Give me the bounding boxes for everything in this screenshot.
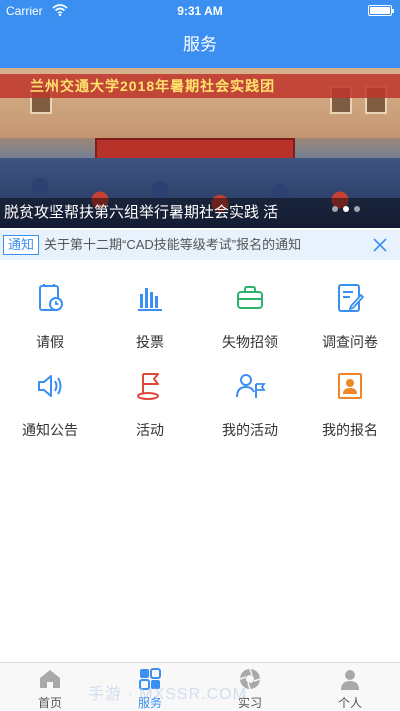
carousel-page-indicator[interactable] [327, 199, 360, 217]
bar-chart-icon [138, 288, 162, 311]
service-item-my-activity[interactable]: 我的活动 [200, 358, 300, 448]
service-item-activity[interactable]: 活动 [100, 358, 200, 448]
home-icon [40, 670, 60, 688]
service-label: 活动 [136, 422, 164, 438]
service-label: 我的报名 [322, 422, 378, 438]
page-title: 服务 [183, 35, 217, 54]
banner-carousel[interactable]: 兰州交通大学2018年暑期社会实践团 脱贫攻坚帮扶第六组举行暑期社会实践 活 [0, 68, 400, 228]
leave-request-icon [39, 284, 63, 311]
service-label: 我的活动 [222, 422, 278, 438]
speaker-icon [38, 375, 62, 397]
close-icon[interactable] [372, 237, 388, 253]
tab-label: 首页 [37, 696, 62, 710]
tab-label: 个人 [337, 696, 362, 710]
person-flag-icon [236, 374, 266, 398]
banner-photo-text: 兰州交通大学2018年暑期社会实践团 [30, 78, 276, 94]
carousel-dot[interactable] [343, 206, 349, 212]
notice-bar[interactable]: 通知 关于第十二期“CAD技能等级考试”报名的通知 [0, 230, 400, 260]
clock: 9:31 AM [177, 4, 223, 18]
notice-tag: 通知 [3, 235, 40, 255]
service-label: 调查问卷 [322, 334, 378, 350]
service-label: 失物招领 [222, 334, 278, 350]
person-icon [341, 670, 359, 690]
battery-icon [368, 5, 394, 16]
carousel-dot[interactable] [332, 206, 338, 212]
id-card-icon [338, 373, 362, 399]
service-item-leave[interactable]: 请假 [0, 270, 100, 360]
service-item-announcement[interactable]: 通知公告 [0, 358, 100, 448]
carousel-dot[interactable] [354, 206, 360, 212]
service-item-vote[interactable]: 投票 [100, 270, 200, 360]
nav-bar: 服务 [0, 22, 400, 68]
watermark: 手游 · MXSSR.COM [88, 686, 247, 703]
tab-profile[interactable]: 个人 [300, 663, 400, 711]
status-bar: Carrier 9:31 AM [0, 0, 400, 22]
service-label: 通知公告 [22, 422, 78, 438]
flag-icon [137, 373, 159, 400]
lost-found-bag-icon [237, 286, 263, 309]
notice-text[interactable]: 关于第十二期“CAD技能等级考试”报名的通知 [44, 230, 370, 260]
tab-home[interactable]: 首页 [0, 663, 100, 711]
service-label: 请假 [36, 334, 64, 350]
service-item-lost-found[interactable]: 失物招领 [200, 270, 300, 360]
service-item-survey[interactable]: 调查问卷 [300, 270, 400, 360]
service-label: 投票 [136, 334, 164, 350]
service-item-my-registration[interactable]: 我的报名 [300, 358, 400, 448]
survey-edit-icon [338, 284, 365, 312]
